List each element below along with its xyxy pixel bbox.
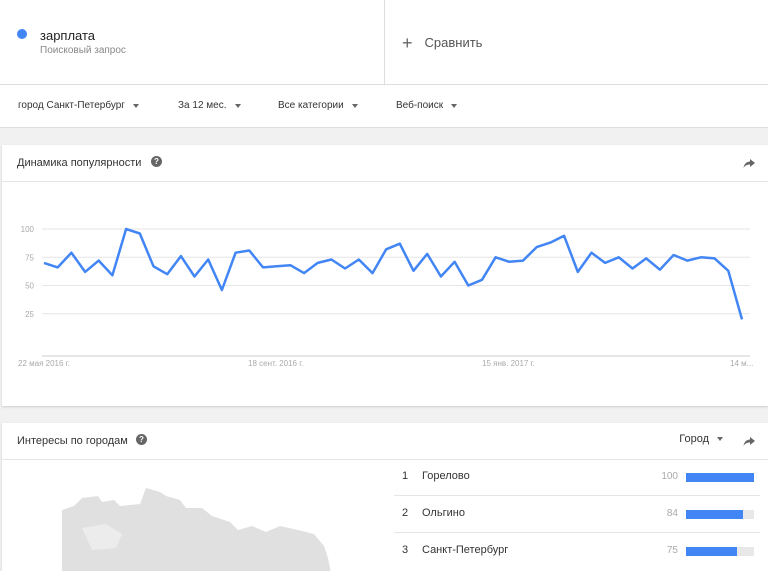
filter-time-label: За 12 мес. (178, 100, 227, 111)
filter-category[interactable]: Все категории (278, 100, 358, 111)
chevron-down-icon (451, 103, 458, 108)
share-icon[interactable] (742, 156, 756, 170)
chevron-down-icon (132, 103, 139, 108)
interest-line-chart: 100 75 50 25 22 мая 2016 г. 18 сент. 2016 г. 1… (18, 225, 753, 368)
y-tick-label: 50 (25, 282, 34, 291)
filter-bar: город Санкт-Петербург За 12 мес. Все кат… (0, 85, 768, 128)
plus-icon: + (402, 32, 413, 53)
region-row[interactable]: 1 Горелово 100 (394, 459, 760, 496)
region-value: 84 (666, 508, 678, 519)
y-tick-label: 100 (21, 225, 35, 234)
interest-over-time-title: Динамика популярности (17, 157, 142, 169)
region-map[interactable] (62, 488, 332, 571)
region-bar (686, 473, 754, 482)
filter-time[interactable]: За 12 мес. (178, 100, 241, 111)
compare-label: Сравнить (424, 35, 483, 50)
region-name: Горелово (422, 470, 470, 482)
card-header: Динамика популярности ? (2, 145, 768, 182)
help-icon[interactable]: ? (151, 156, 162, 167)
filter-region[interactable]: город Санкт-Петербург (18, 100, 139, 111)
x-tick-label: 14 м... (730, 359, 753, 368)
y-tick-label: 75 (25, 253, 34, 262)
region-row[interactable]: 3 Санкт-Петербург 75 (394, 533, 760, 570)
region-name: Ольгино (422, 507, 465, 519)
search-term-card[interactable]: зарплата Поисковый запрос (0, 0, 385, 84)
x-tick-label: 15 янв. 2017 г. (482, 359, 535, 368)
region-rank: 1 (402, 470, 409, 482)
help-icon[interactable]: ? (136, 434, 147, 445)
region-value: 75 (666, 545, 678, 556)
x-tick-label: 18 сент. 2016 г. (248, 359, 303, 368)
filter-category-label: Все категории (278, 100, 344, 111)
region-bar (686, 547, 737, 556)
filter-search-type-label: Веб-поиск (396, 100, 444, 111)
card-header: Интересы по городам ? Город (2, 423, 768, 460)
resolution-select[interactable]: Город (679, 433, 723, 445)
compare-button[interactable]: + Сравнить (402, 32, 483, 53)
chevron-down-icon (717, 437, 723, 441)
resolution-label: Город (679, 433, 709, 445)
interest-by-region-title: Интересы по городам (17, 435, 128, 447)
region-rank: 2 (402, 507, 409, 519)
region-bar-track (686, 510, 754, 519)
region-value: 100 (661, 471, 678, 482)
series-line (43, 227, 744, 320)
filter-region-label: город Санкт-Петербург (18, 100, 125, 111)
region-bar-track (686, 473, 754, 482)
search-terms-bar: зарплата Поисковый запрос + Сравнить (0, 0, 768, 85)
chevron-down-icon (351, 103, 358, 108)
region-rank: 3 (402, 544, 409, 556)
share-icon[interactable] (742, 434, 756, 448)
interest-by-region-card: Интересы по городам ? Город 1 Горелово 1… (2, 423, 768, 571)
filter-search-type[interactable]: Веб-поиск (396, 100, 458, 111)
region-bar (686, 510, 744, 519)
interest-over-time-card: Динамика популярности ? 100 75 50 25 22 мая … (2, 145, 768, 406)
search-term-name[interactable]: зарплата (40, 28, 95, 43)
chevron-down-icon (234, 103, 241, 108)
region-bar-track (686, 547, 754, 556)
region-row[interactable]: 2 Ольгино 84 (394, 496, 760, 533)
term-color-dot (17, 29, 27, 39)
region-name: Санкт-Петербург (422, 544, 509, 556)
search-term-type: Поисковый запрос (40, 45, 126, 56)
y-tick-label: 25 (25, 310, 34, 319)
x-tick-label: 22 мая 2016 г. (18, 359, 70, 368)
